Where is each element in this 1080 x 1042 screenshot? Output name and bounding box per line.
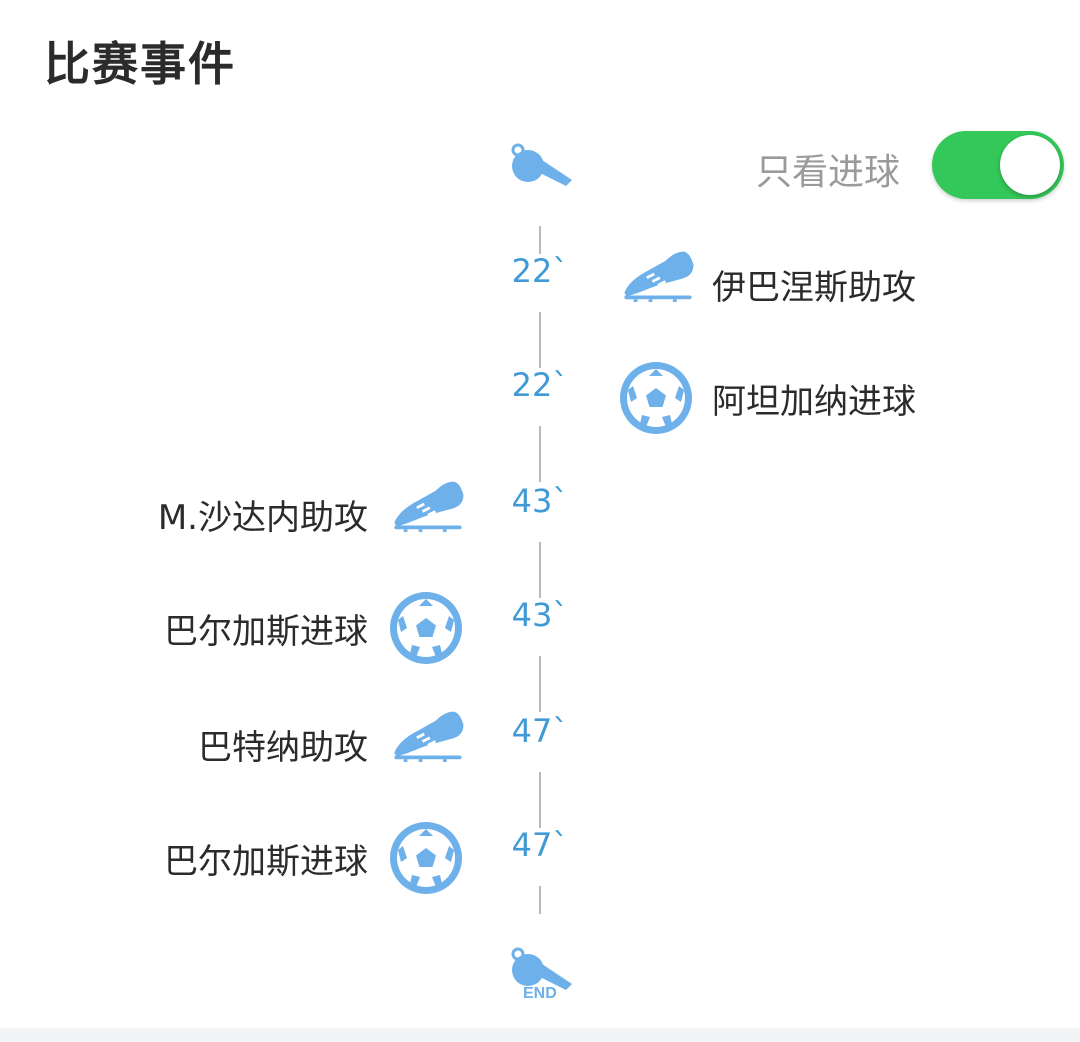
- event-time: 22`: [511, 252, 569, 290]
- timeline-segment: [539, 772, 541, 828]
- toggle-knob[interactable]: [1000, 135, 1060, 195]
- goals-only-label: 只看进球: [756, 152, 901, 193]
- goals-only-toggle[interactable]: [932, 131, 1064, 199]
- timeline-segment: [539, 312, 541, 368]
- boot-icon: [390, 476, 466, 532]
- page-title: 比赛事件: [44, 37, 236, 91]
- boot-icon: [390, 706, 466, 762]
- event-time: 43`: [511, 482, 569, 520]
- event-time: 43`: [511, 596, 569, 634]
- football-icon: [388, 820, 464, 896]
- event-text: 伊巴涅斯助攻: [712, 268, 916, 308]
- boot-icon: [620, 246, 696, 302]
- event-text: 巴尔加斯进球: [164, 842, 368, 882]
- football-icon: [388, 590, 464, 666]
- event-text: 巴特纳助攻: [198, 728, 368, 768]
- football-icon: [618, 360, 694, 436]
- end-label: END: [523, 985, 557, 1002]
- event-text: 阿坦加纳进球: [712, 382, 916, 422]
- timeline-segment: [539, 226, 541, 254]
- bottom-divider: [0, 1028, 1080, 1042]
- timeline-segment: [539, 886, 541, 914]
- event-time: 47`: [511, 712, 569, 750]
- whistle-icon: [508, 142, 574, 190]
- timeline-segment: [539, 542, 541, 598]
- event-text: 巴尔加斯进球: [164, 612, 368, 652]
- event-text: M.沙达内助攻: [157, 498, 368, 538]
- timeline-segment: [539, 426, 541, 482]
- event-time: 47`: [511, 826, 569, 864]
- timeline-segment: [539, 656, 541, 712]
- event-time: 22`: [511, 366, 569, 404]
